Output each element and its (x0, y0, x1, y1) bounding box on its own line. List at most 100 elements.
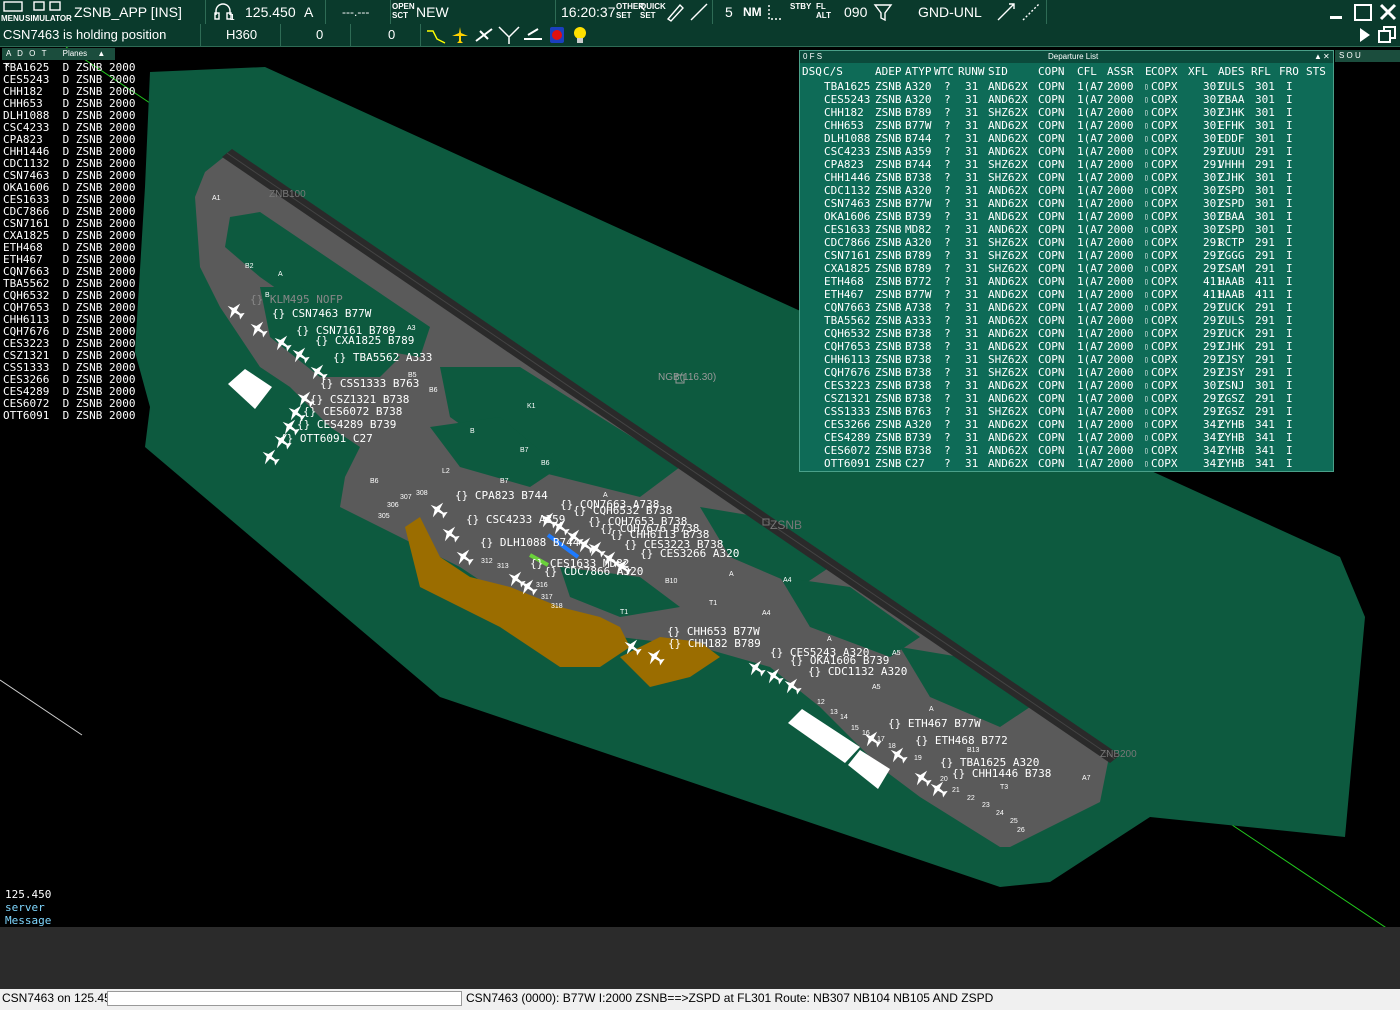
aircraft-tag[interactable]: {} CHH1446 B738 (952, 767, 1051, 780)
measure-icon[interactable] (995, 1, 1017, 23)
arrival-icon[interactable] (522, 25, 544, 45)
plane-list-col-t[interactable]: T (42, 49, 47, 58)
aircraft-tag[interactable]: {} CHH182 B789 (668, 637, 761, 650)
badge-icon[interactable] (547, 25, 567, 45)
departure-e-box[interactable]: ▯ (1144, 379, 1149, 392)
plane-list-col-d[interactable]: D (17, 49, 23, 58)
restore-icon[interactable] (1377, 25, 1397, 45)
plane-list-row[interactable]: OTT6091 D ZSNB 2000 (3, 410, 135, 422)
play-icon[interactable] (1358, 27, 1372, 43)
departure-col-header[interactable]: SID (988, 65, 1008, 79)
aircraft-tag[interactable]: {} CSN7463 B77W (272, 307, 372, 320)
aircraft-tag[interactable]: {} ETH467 B77W (888, 717, 981, 730)
atis-letter[interactable]: A (304, 0, 313, 24)
departure-e-box[interactable]: ▯ (1144, 431, 1149, 444)
heading-display[interactable]: H360 (226, 24, 257, 46)
departure-col-header[interactable]: ASSR (1107, 65, 1134, 79)
departure-e-box[interactable]: ▯ (1144, 171, 1149, 184)
departure-e-box[interactable]: ▯ (1144, 119, 1149, 132)
departure-list-close-icon[interactable]: ✕ (1323, 51, 1330, 63)
altitude-filter[interactable]: GND-UNL (918, 0, 982, 24)
menu-button[interactable]: MENU (0, 0, 25, 24)
fl-alt-button[interactable]: FL ALT (816, 2, 831, 20)
pencil-icon[interactable] (664, 1, 686, 23)
departure-col-header[interactable]: XFL (1188, 65, 1208, 79)
plane-list-collapse-icon[interactable]: ▲ (97, 49, 105, 58)
departure-e-box[interactable]: ▯ (1144, 314, 1149, 327)
command-input[interactable] (107, 991, 462, 1006)
departure-e-box[interactable]: ▯ (1144, 158, 1149, 171)
departure-list-titlebar[interactable]: 0 F S Departure List ▲ ✕ (800, 51, 1333, 63)
aircraft-tag[interactable]: {} CXA1825 B789 (315, 334, 414, 347)
secondary-frequency[interactable]: ---.--- (342, 0, 369, 24)
runway-icon[interactable] (497, 25, 521, 45)
range-value[interactable]: 5 (725, 0, 733, 24)
route-icon[interactable] (1020, 1, 1042, 23)
departure-col-header[interactable]: FRO (1279, 65, 1299, 79)
aircraft-tag[interactable]: {} TBA5562 A333 (333, 351, 432, 364)
dotted-route-icon[interactable] (765, 1, 785, 23)
aircraft-tag[interactable]: {} CES3266 A320 (640, 547, 739, 560)
vector-icon[interactable] (688, 1, 710, 23)
open-sct-button[interactable]: OPEN SCT (392, 2, 415, 20)
aircraft-tag[interactable]: {} CDC7866 A320 (544, 565, 643, 578)
departure-e-box[interactable]: ▯ (1144, 262, 1149, 275)
departure-col-header[interactable]: COPX (1151, 65, 1178, 79)
departure-col-header[interactable]: RUNW (958, 65, 985, 79)
departure-e-box[interactable]: ▯ (1144, 405, 1149, 418)
aircraft-tag[interactable]: {} CDC1132 A320 (808, 665, 907, 678)
frequency-display[interactable]: 125.450 (245, 0, 296, 24)
aircraft-tag[interactable]: {} CES6072 B738 (303, 405, 402, 418)
departure-e-box[interactable]: ▯ (1144, 392, 1149, 405)
departure-col-header[interactable]: CFL (1077, 65, 1097, 79)
departure-col-header[interactable]: COPN (1038, 65, 1065, 79)
departure-e-box[interactable]: ▯ (1144, 80, 1149, 93)
aircraft-tag[interactable]: {} CSC4233 A359 (466, 513, 565, 526)
departure-e-box[interactable]: ▯ (1144, 288, 1149, 301)
transition-level[interactable]: 090 (844, 0, 867, 24)
new-button[interactable]: NEW (416, 0, 449, 24)
plane-list-col-a[interactable]: A (6, 49, 11, 58)
departure-e-box[interactable]: ▯ (1144, 457, 1149, 470)
simulator-button[interactable]: SIMULATOR (25, 0, 72, 24)
quick-set-button[interactable]: QUICK SET (640, 2, 666, 20)
departure-col-header[interactable]: DSQ (802, 65, 822, 79)
sou-panel-header[interactable]: S O U (1335, 50, 1400, 62)
departure-e-box[interactable]: ▯ (1144, 301, 1149, 314)
departure-list-collapse-icon[interactable]: ▲ (1314, 51, 1322, 63)
departure-e-box[interactable]: ▯ (1144, 249, 1149, 262)
filter-icon[interactable] (872, 1, 894, 23)
departure-col-header[interactable]: WTC (934, 65, 954, 79)
nm-unit[interactable]: NM (743, 0, 762, 24)
departure-icon[interactable] (474, 25, 494, 45)
status-value-2[interactable]: 0 (388, 24, 395, 46)
aircraft-tag[interactable]: {} CES4289 B739 (297, 418, 396, 431)
route-draw-icon[interactable] (425, 25, 447, 45)
departure-e-box[interactable]: ▯ (1144, 418, 1149, 431)
maximize-button[interactable] (1352, 2, 1372, 22)
departure-e-box[interactable]: ▯ (1144, 132, 1149, 145)
aircraft-tag[interactable]: {} CSS1333 B763 (320, 377, 419, 390)
aircraft-tag[interactable]: {} OTT6091 C27 (280, 432, 373, 445)
departure-e-box[interactable]: ▯ (1144, 197, 1149, 210)
departure-col-header[interactable]: C/S (823, 65, 843, 79)
aircraft-tag[interactable]: {} ETH468 B772 (915, 734, 1008, 747)
departure-e-box[interactable]: ▯ (1144, 93, 1149, 106)
departure-col-header[interactable]: ADEP (875, 65, 902, 79)
minimize-button[interactable] (1326, 2, 1346, 22)
departure-e-box[interactable]: ▯ (1144, 366, 1149, 379)
departure-e-box[interactable]: ▯ (1144, 275, 1149, 288)
departure-e-box[interactable]: ▯ (1144, 353, 1149, 366)
departure-col-header[interactable]: RFL (1251, 65, 1271, 79)
status-value-1[interactable]: 0 (316, 24, 323, 46)
departure-col-header[interactable]: ADES (1218, 65, 1245, 79)
departure-e-box[interactable]: ▯ (1144, 223, 1149, 236)
position-label[interactable]: ZSNB_APP [INS] (74, 0, 182, 24)
departure-col-header[interactable]: ATYP (905, 65, 932, 79)
departure-e-box[interactable]: ▯ (1144, 340, 1149, 353)
stby-button[interactable]: STBY (790, 2, 811, 11)
aircraft-tag[interactable]: {} KLM495 NOFP (250, 293, 343, 306)
departure-e-box[interactable]: ▯ (1144, 236, 1149, 249)
aircraft-tag[interactable]: {} CPA823 B744 (455, 489, 548, 502)
aircraft-icon[interactable] (450, 25, 470, 45)
